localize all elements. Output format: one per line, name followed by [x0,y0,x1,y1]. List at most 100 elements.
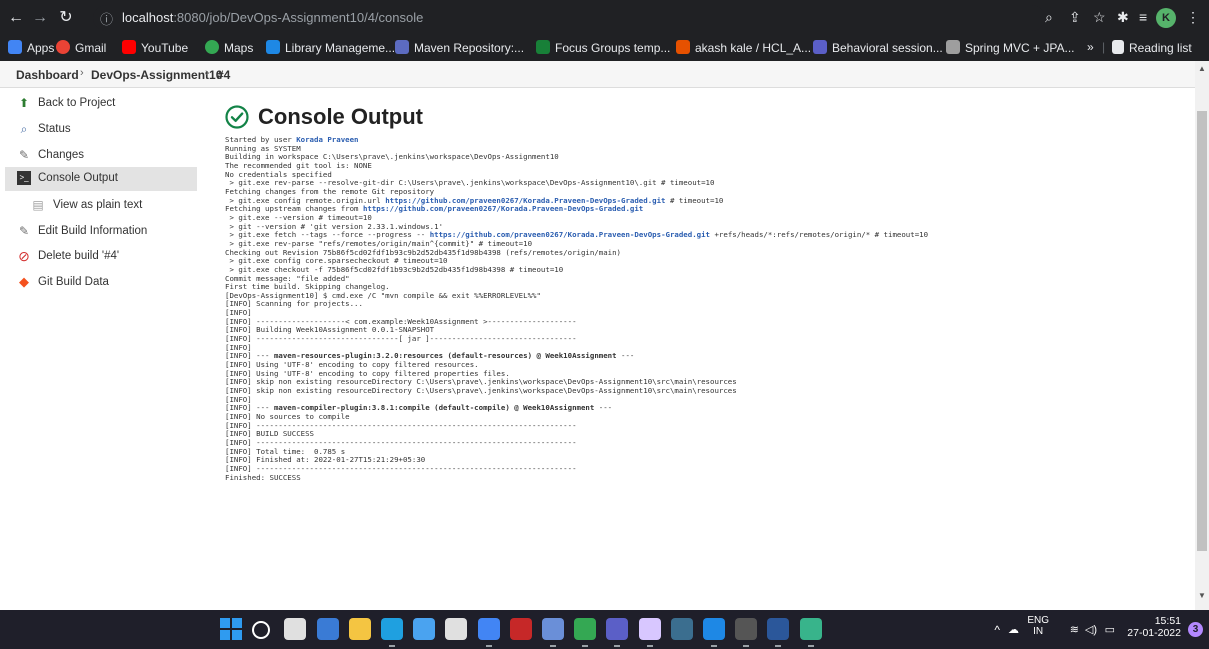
battery-icon[interactable]: ▭ [1105,623,1115,636]
page-title: Console Output [258,104,423,129]
terminal-app-icon[interactable] [735,618,758,647]
github-desktop-icon[interactable] [445,618,468,640]
edge-icon[interactable] [381,618,403,647]
bookmark-gmail[interactable]: Gmail [56,40,106,55]
reading-list-toolbar-icon[interactable]: ≡ [1139,9,1147,25]
console-line: [INFO] skip non existing resourceDirecto… [225,386,737,396]
console-line: [INFO] ---------------------------------… [225,463,577,473]
word-icon[interactable] [767,618,790,647]
success-check-icon [225,105,249,129]
bookmarks-divider: | [1102,40,1106,54]
zoom-icon[interactable]: ⌕ [1045,9,1053,26]
document-icon: ▤ [32,198,44,212]
breadcrumb: Dashboard › DevOps-Assignment10 › #4 [0,61,1209,88]
console-link[interactable]: https://github.com/praveen0267/Korada.Pr… [363,204,643,213]
main-content: Console Output Started by user Korada Pr… [225,88,1190,610]
sidebar-item-git-build-data[interactable]: ◆ Git Build Data [5,271,197,295]
store-icon[interactable] [413,618,436,640]
url-text[interactable]: localhost:8080/job/DevOps-Assignment10/4… [122,10,423,25]
teams-bookmark-icon [813,40,827,54]
wifi-icon[interactable]: ≋ [1070,623,1079,636]
console-link[interactable]: https://github.com/praveen0267/Korada.Pr… [430,230,710,239]
notification-badge[interactable]: 3 [1188,622,1203,637]
sidebar-item-delete-build[interactable]: ⊘ Delete build '#4' [5,245,197,269]
console-link[interactable]: Korada Praveen [296,135,358,144]
sidebar-item-plain-text[interactable]: ▤ View as plain text [5,194,197,218]
bookmark-behavioral[interactable]: Behavioral session... [813,40,943,55]
reload-icon[interactable]: ↻ [56,8,76,28]
console-line: [INFO] --------------------------------[… [225,334,577,344]
language-indicator[interactable]: ENG IN [1027,615,1049,637]
extensions-icon[interactable]: ✱ [1117,9,1129,26]
bookmark-youtube[interactable]: YouTube [122,40,188,55]
bookmark-spring-mvc[interactable]: Spring MVC + JPA... [946,40,1074,55]
console-bold-text: maven-compiler-plugin:3.8.1:compile (def… [273,403,595,413]
bookmark-apps[interactable]: Apps [8,40,54,55]
page-scrollbar[interactable]: ▲ ▼ [1195,61,1209,610]
git-icon: ◆ [19,274,29,289]
clock[interactable]: 15:51 27-01-2022 [1127,615,1181,639]
google-icon [56,40,70,54]
breadcrumb-dashboard[interactable]: Dashboard [16,68,79,82]
browser-toolbar: ← → ↻ ⓘ localhost:8080/job/DevOps-Assign… [0,0,1209,35]
console-line: [INFO] ---------------------------------… [225,437,577,447]
notepad-icon: ✎ [18,148,30,162]
console-line: Started by user Korada Praveen [225,135,359,144]
breadcrumb-separator-icon: › [80,67,84,79]
eclipse-icon[interactable] [638,618,661,647]
windows-start-icon[interactable] [220,618,242,640]
back-arrow-icon[interactable]: ← [6,8,26,28]
maps-pin-icon [205,40,219,54]
vscode-icon[interactable] [703,618,725,647]
scroll-up-arrow-icon[interactable]: ▲ [1195,64,1209,74]
console-line: [INFO] ---------------------------------… [225,420,577,430]
console-link[interactable]: https://github.com/praveen0267/Korada.Pr… [385,196,665,205]
git-app-icon[interactable] [799,618,822,647]
file-explorer-icon[interactable] [348,618,371,640]
terminal-icon: >_ [17,171,31,185]
task-view-icon[interactable] [284,618,307,640]
sidebar-item-changes[interactable]: ✎ Changes [5,144,197,168]
chrome-profile-icon[interactable] [574,618,597,647]
sidebar-item-status[interactable]: ⌕ Status [5,118,197,142]
sidebar-item-console-output[interactable]: >_ Console Output [5,167,197,191]
share-icon[interactable]: ⇪ [1069,9,1081,26]
widgets-icon[interactable] [316,618,339,640]
reading-list-icon [1112,40,1124,54]
tray-chevron-icon[interactable]: ^ [994,623,1000,637]
site-info-icon[interactable]: ⓘ [100,9,113,28]
mcafee-icon[interactable] [509,618,532,640]
bookmarks-overflow-icon[interactable]: » [1087,40,1094,54]
scrollbar-thumb[interactable] [1197,111,1207,551]
windows-taskbar: ^ ☁ ENG IN ≋ ◁) ▭ 15:51 27-01-2022 3 [0,610,1209,649]
bookmark-maven[interactable]: Maven Repository:... [395,40,524,55]
forward-arrow-icon[interactable]: → [30,8,50,28]
more-menu-icon[interactable]: ⋮ [1186,9,1200,26]
mysql-icon[interactable] [670,618,693,640]
breadcrumb-separator-icon: › [205,67,209,79]
bookmark-focus-groups[interactable]: Focus Groups temp... [536,40,670,55]
console-bold-text: maven-resources-plugin:3.2.0:resources (… [273,351,617,361]
search-icon[interactable] [252,621,271,639]
gitlab-icon [676,40,690,54]
notepad-app-icon[interactable] [542,618,564,647]
bookmark-library[interactable]: Library Manageme... [266,40,395,55]
bookmark-akash-kale[interactable]: akash kale / HCL_A... [676,40,811,55]
bookmark-star-icon[interactable]: ☆ [1093,9,1106,26]
breadcrumb-build[interactable]: #4 [217,68,230,82]
page-icon [946,40,960,54]
teams-icon[interactable] [606,618,629,647]
chrome-icon[interactable] [477,618,500,647]
sidebar-item-edit-build-info[interactable]: ✎ Edit Build Information [5,220,197,244]
console-line: [DevOps-Assignment10] $ cmd.exe /C "mvn … [225,290,541,300]
breadcrumb-job[interactable]: DevOps-Assignment10 [91,68,222,82]
scroll-down-arrow-icon[interactable]: ▼ [1195,591,1209,601]
excel-icon [536,40,550,54]
onedrive-icon[interactable]: ☁ [1008,623,1019,636]
no-entry-icon: ⊘ [18,248,30,264]
sidebar-item-back-to-project[interactable]: ⬆ Back to Project [5,92,197,116]
volume-icon[interactable]: ◁) [1085,623,1097,636]
reading-list-button[interactable]: Reading list [1112,40,1192,55]
profile-avatar[interactable]: K [1156,8,1176,28]
bookmark-maps[interactable]: Maps [205,40,253,55]
